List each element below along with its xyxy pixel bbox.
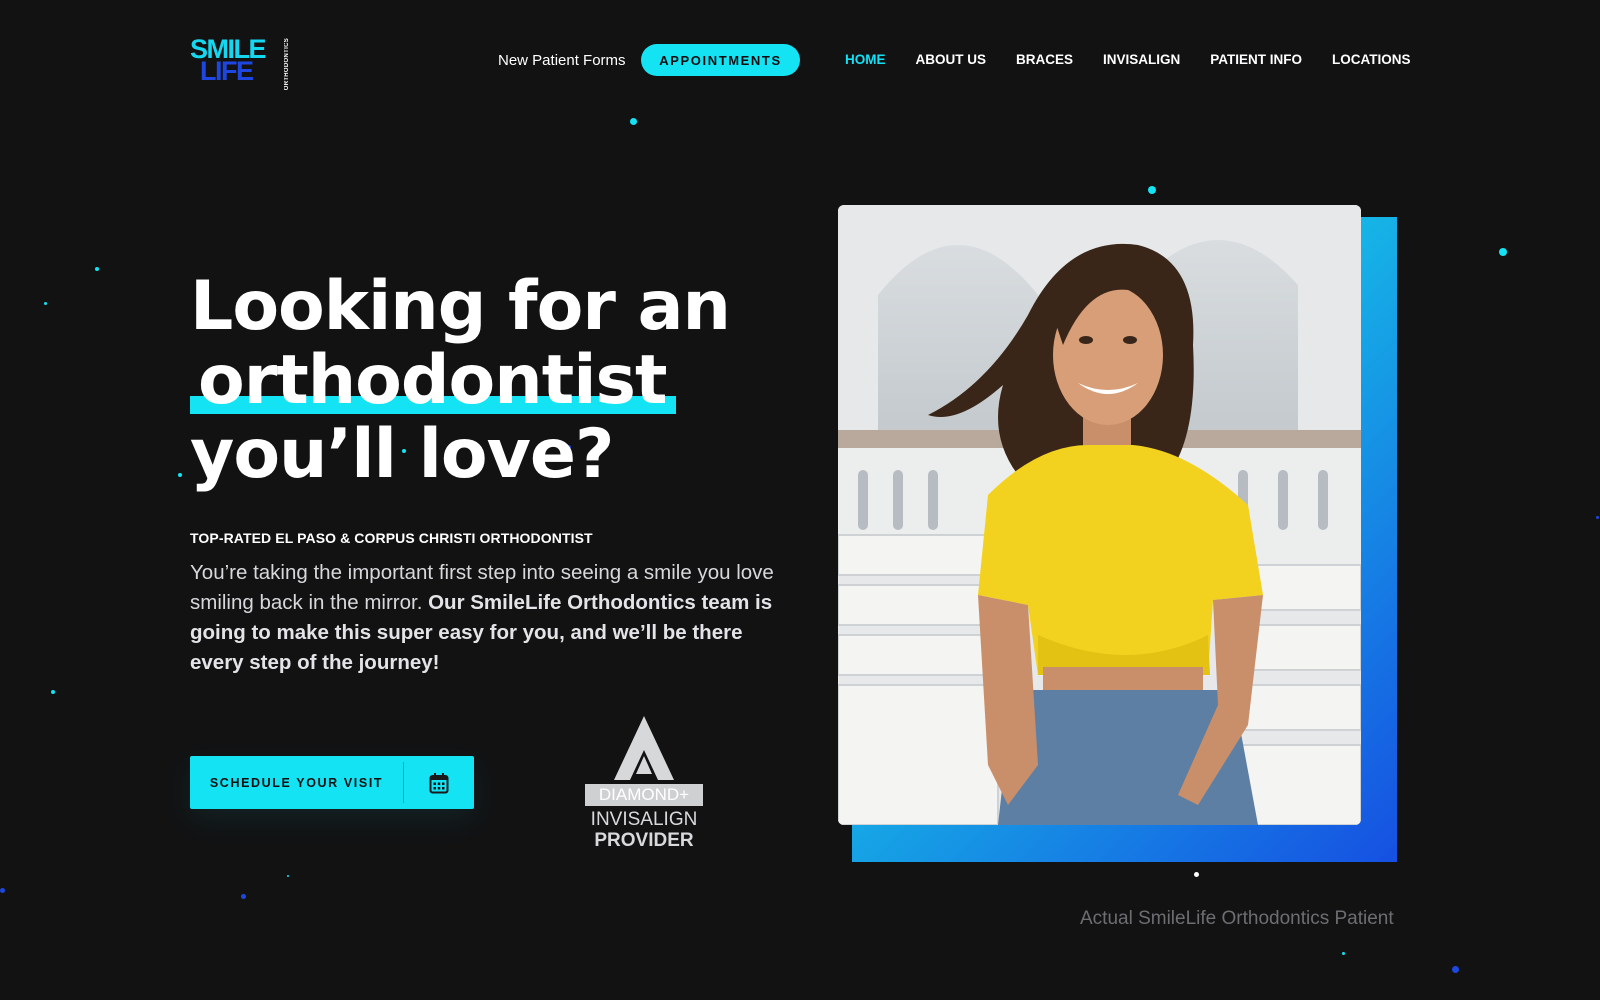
logo-life-text: LIFE bbox=[200, 56, 254, 86]
nav-about-us[interactable]: ABOUT US bbox=[916, 52, 987, 67]
appointments-button[interactable]: APPOINTMENTS bbox=[641, 44, 800, 76]
invisalign-triangle-logo bbox=[614, 716, 674, 780]
logo-orthodontics-text: ORTHODONTICS bbox=[284, 38, 290, 91]
nav-invisalign[interactable]: INVISALIGN bbox=[1103, 52, 1180, 67]
nav-home[interactable]: HOME bbox=[845, 52, 886, 67]
decor-dot bbox=[1596, 516, 1599, 519]
decor-dot bbox=[1148, 186, 1156, 194]
hero-subheading: TOP-RATED EL PASO & CORPUS CHRISTI ORTHO… bbox=[190, 530, 593, 546]
decor-dot bbox=[287, 875, 289, 877]
badge-invisalign-label: INVISALIGN bbox=[590, 809, 698, 830]
site-logo[interactable]: SMILE LIFE ORTHODONTICS bbox=[190, 36, 290, 91]
decor-dot bbox=[51, 690, 55, 694]
decor-dot bbox=[241, 894, 246, 899]
nav-patient-info[interactable]: PATIENT INFO bbox=[1210, 52, 1302, 67]
decor-dot bbox=[178, 473, 182, 477]
nav-locations[interactable]: LOCATIONS bbox=[1332, 52, 1411, 67]
photo-caption: Actual SmileLife Orthodontics Patient bbox=[1080, 908, 1394, 929]
main-nav: HOME ABOUT US BRACES INVISALIGN PATIENT … bbox=[845, 52, 1441, 67]
decor-dot bbox=[1342, 952, 1345, 955]
calendar-icon bbox=[404, 772, 474, 794]
badge-provider-label: PROVIDER bbox=[594, 830, 694, 851]
decor-dot bbox=[95, 267, 99, 271]
decor-dot bbox=[1452, 966, 1459, 973]
decor-dot bbox=[630, 118, 637, 125]
schedule-visit-label: SCHEDULE YOUR VISIT bbox=[209, 775, 384, 790]
hero-title: Looking for an orthodontist you’ll love? bbox=[190, 267, 731, 494]
patient-photo bbox=[838, 205, 1361, 825]
hero-title-line-1: Looking for an bbox=[190, 267, 731, 346]
decor-dot bbox=[0, 888, 5, 893]
schedule-visit-button[interactable]: SCHEDULE YOUR VISIT bbox=[190, 756, 474, 809]
new-patient-forms-link[interactable]: New Patient Forms bbox=[498, 52, 626, 69]
hero-title-line-2: orthodontist bbox=[198, 341, 667, 420]
nav-braces[interactable]: BRACES bbox=[1016, 52, 1073, 67]
highlighted-word: orthodontist bbox=[190, 341, 677, 420]
hero-paragraph: You’re taking the important first step i… bbox=[190, 558, 790, 678]
hero-title-line-2-wrap: orthodontist bbox=[190, 344, 730, 418]
badge-diamond-label: DIAMOND+ bbox=[585, 784, 703, 806]
patient-photo-illustration bbox=[838, 205, 1361, 825]
hero-title-line-3: you’ll love? bbox=[190, 415, 614, 494]
invisalign-provider-badge: DIAMOND+ INVISALIGN PROVIDER bbox=[585, 716, 703, 852]
decor-dot bbox=[1194, 872, 1199, 877]
decor-dot bbox=[44, 302, 47, 305]
decor-dot bbox=[1499, 248, 1507, 256]
